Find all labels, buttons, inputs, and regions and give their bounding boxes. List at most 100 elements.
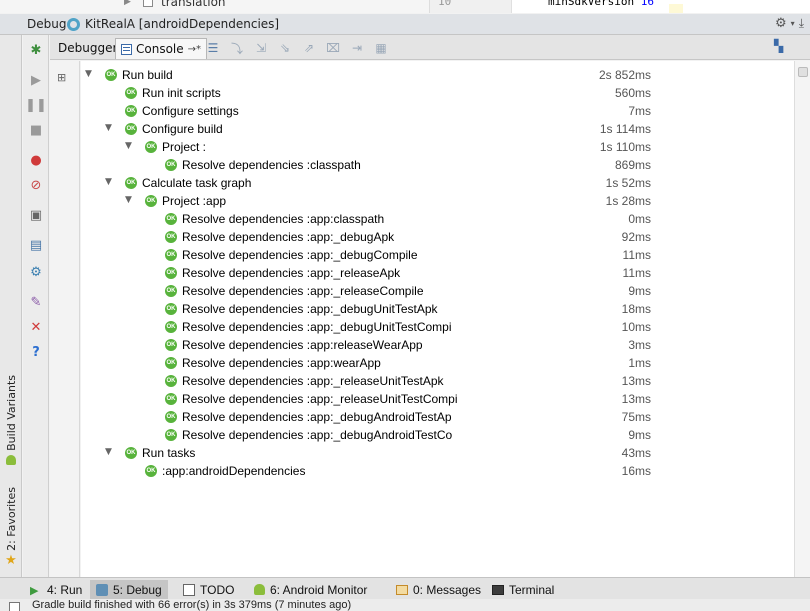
- console-tree-row[interactable]: ▼ OK Project : 1s 110ms: [81, 138, 651, 156]
- resume-program-icon[interactable]: ▶: [27, 71, 45, 89]
- settings-icon[interactable]: ⚙: [27, 263, 45, 281]
- console-scrollbar[interactable]: [794, 61, 810, 577]
- restore-layout-icon[interactable]: ▚: [774, 39, 788, 53]
- console-tree-row[interactable]: OK Resolve dependencies :app:wearApp 1ms: [81, 354, 651, 372]
- console-tree-row[interactable]: ▼ OK Run build 2s 852ms: [81, 66, 651, 84]
- pin-tab-icon[interactable]: ✎: [27, 293, 45, 311]
- success-check-icon: OK: [165, 285, 177, 297]
- restore-layout-icon[interactable]: ▤: [27, 236, 45, 254]
- task-label: Run build: [122, 68, 173, 82]
- console-tree-row[interactable]: OK Run init scripts 560ms: [81, 84, 651, 102]
- console-tree-row[interactable]: OK Configure settings 7ms: [81, 102, 651, 120]
- task-label: Resolve dependencies :app:_debugAndroidT…: [182, 410, 452, 424]
- run-icon: ▶: [30, 584, 39, 597]
- console-tree-row[interactable]: OK Resolve dependencies :app:_debugUnitTe…: [81, 318, 651, 336]
- stepping-toolbar: ☰ ⤵ ⇲ ⇘ ⇗ ⌧ ⇥ ▦: [204, 39, 390, 57]
- console-tree-row[interactable]: ▼ OK Calculate task graph 1s 52ms: [81, 174, 651, 192]
- console-tree-row[interactable]: OK Resolve dependencies :app:_debugAndroi…: [81, 426, 651, 444]
- bottom-tab-label: 0: Messages: [413, 582, 482, 597]
- show-execution-point-icon[interactable]: ☰: [204, 39, 222, 57]
- hide-window-icon[interactable]: ⤓: [799, 16, 804, 31]
- success-check-icon: OK: [165, 321, 177, 333]
- console-tree-row[interactable]: OK Resolve dependencies :app:_releaseUnit…: [81, 390, 651, 408]
- bottom-tab-run[interactable]: ▶ 4: Run: [24, 580, 88, 599]
- task-duration: 11ms: [622, 266, 651, 280]
- mute-breakpoints-icon[interactable]: ⊘: [27, 176, 45, 194]
- code-keyword: minSdkVersion: [548, 0, 635, 8]
- console-tree-row[interactable]: OK Resolve dependencies :classpath 869ms: [81, 156, 651, 174]
- tab-console[interactable]: Console →*: [115, 38, 208, 59]
- bottom-tab-android[interactable]: 6: Android Monitor: [248, 580, 373, 599]
- console-tree-row[interactable]: ▼ OK Run tasks 43ms: [81, 444, 651, 462]
- status-bar: Gradle build finished with 66 error(s) i…: [0, 599, 810, 611]
- console-side-panel: ⊞: [50, 61, 80, 577]
- console-tree-row[interactable]: OK Resolve dependencies :app:_debugUnitTe…: [81, 300, 651, 318]
- rerun-debug-icon[interactable]: ✱: [27, 41, 45, 59]
- console-tree-row[interactable]: ▼ OK Configure build 1s 114ms: [81, 120, 651, 138]
- status-toggle-icon[interactable]: [9, 602, 20, 611]
- success-check-icon: OK: [125, 447, 137, 459]
- task-label: Resolve dependencies :app:_debugUnitTest…: [182, 320, 452, 334]
- expand-arrow-icon[interactable]: ▼: [125, 141, 132, 151]
- bottom-tool-bar: ▶ 4: Run 5: Debug TODO 6: Android Monitor 0: …: [0, 577, 810, 599]
- console-tree-row[interactable]: OK Resolve dependencies :app:_debugApk 92m…: [81, 228, 651, 246]
- task-label: Resolve dependencies :app:_debugAndroidT…: [182, 428, 453, 442]
- expand-arrow-icon[interactable]: ▼: [105, 447, 112, 457]
- task-duration: 2s 852ms: [598, 68, 651, 82]
- console-tree-row[interactable]: OK Resolve dependencies :app:classpath 0ms: [81, 210, 651, 228]
- build-variants-tab[interactable]: Build Variants: [1, 375, 21, 465]
- debug-title-bar: Debug KitRealA [androidDependencies] ⚙ ▾…: [0, 14, 810, 35]
- console-tree-row[interactable]: OK:app:androidDependencies 16ms: [81, 462, 651, 480]
- step-out-icon[interactable]: ⇗: [300, 39, 318, 57]
- stop-icon[interactable]: ■: [27, 121, 45, 139]
- tab-debugger[interactable]: Debugger: [53, 38, 122, 59]
- bottom-tab-messages[interactable]: 0: Messages: [390, 580, 487, 599]
- console-tree-row[interactable]: OK Resolve dependencies :app:_releaseComp…: [81, 282, 651, 300]
- pause-program-icon[interactable]: ❚❚: [25, 96, 47, 114]
- step-into-icon[interactable]: ⇲: [252, 39, 270, 57]
- tree-item-label[interactable]: translation: [161, 0, 226, 9]
- task-label: Run init scripts: [142, 86, 221, 100]
- task-duration: 9ms: [628, 428, 651, 442]
- filter-icon[interactable]: ⊞: [57, 71, 66, 84]
- bottom-tab-label: 4: Run: [47, 582, 83, 597]
- expand-arrow-icon[interactable]: ▼: [105, 177, 112, 187]
- settings-dropdown-icon[interactable]: ▾: [791, 19, 795, 31]
- evaluate-expression-icon[interactable]: ▦: [372, 39, 390, 57]
- step-over-icon[interactable]: ⤵: [228, 39, 246, 57]
- close-icon[interactable]: ✕: [27, 318, 45, 336]
- console-tree-row[interactable]: OK Resolve dependencies :app:_debugCompil…: [81, 246, 651, 264]
- code-value: 16: [640, 0, 654, 8]
- view-breakpoints-icon[interactable]: ●: [27, 151, 45, 169]
- success-check-icon: OK: [165, 339, 177, 351]
- left-tool-sidebar: Build Variants 2: Favorites ★: [0, 35, 22, 577]
- scroll-thumb[interactable]: [798, 67, 808, 77]
- run-to-cursor-icon[interactable]: ⇥: [348, 39, 366, 57]
- editor-remnant-strip: ▶ translation 10 minSdkVersion 16: [0, 0, 810, 13]
- console-tree-row[interactable]: ▼ OK Project :app 1s 28ms: [81, 192, 651, 210]
- task-label: Configure build: [142, 122, 223, 136]
- drop-frame-icon[interactable]: ⌧: [324, 39, 342, 57]
- expand-arrow-icon[interactable]: ▼: [105, 123, 112, 133]
- help-icon[interactable]: ?: [27, 343, 45, 361]
- messages-icon: [396, 584, 408, 595]
- favorites-tab[interactable]: 2: Favorites ★: [1, 487, 21, 568]
- console-tree-row[interactable]: OK Resolve dependencies :app:_debugAndroi…: [81, 408, 651, 426]
- get-thread-dump-icon[interactable]: ▣: [27, 206, 45, 224]
- settings-gear-icon[interactable]: ⚙: [775, 16, 787, 31]
- bottom-tab-todo[interactable]: TODO: [177, 580, 240, 599]
- console-tree-row[interactable]: OK Resolve dependencies :app:_releaseApk 1…: [81, 264, 651, 282]
- expand-arrow-icon[interactable]: ▼: [125, 195, 132, 205]
- console-tree-row[interactable]: OK Resolve dependencies :app:releaseWearA…: [81, 336, 651, 354]
- tree-expand-arrow-icon[interactable]: ▶: [124, 0, 131, 7]
- expand-arrow-icon[interactable]: ▼: [85, 69, 92, 79]
- bottom-tab-debug[interactable]: 5: Debug: [90, 580, 168, 599]
- bottom-tab-terminal[interactable]: Terminal: [486, 580, 560, 599]
- console-tree-row[interactable]: OK Resolve dependencies :app:_releaseUnit…: [81, 372, 651, 390]
- success-check-icon: OK: [145, 465, 157, 477]
- force-step-into-icon[interactable]: ⇘: [276, 39, 294, 57]
- success-check-icon: OK: [165, 303, 177, 315]
- pin-arrow-icon[interactable]: →*: [188, 44, 201, 55]
- task-label: Resolve dependencies :app:_debugCompile: [182, 248, 418, 262]
- gradle-config-icon: [67, 18, 80, 31]
